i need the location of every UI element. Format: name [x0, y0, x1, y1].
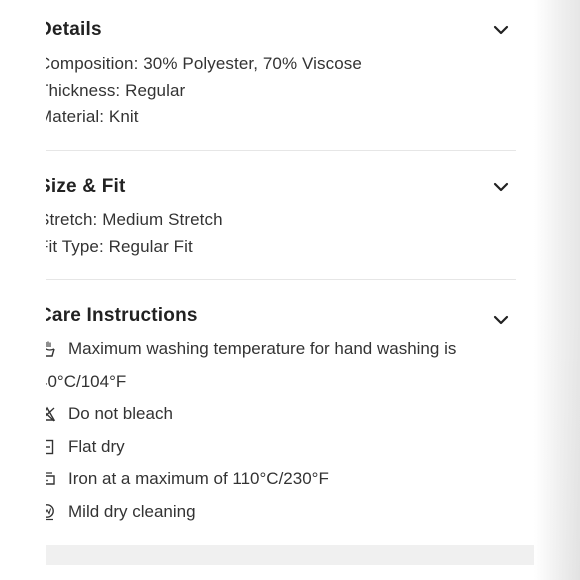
- care-item-hand-wash-cont: 40°C/104°F: [46, 366, 516, 399]
- size-fit-section: Size & Fit Stretch: Medium Stretch Fit T…: [46, 151, 516, 280]
- size-fit-header[interactable]: Size & Fit: [46, 173, 516, 201]
- details-material: Material: Knit: [46, 107, 139, 126]
- no-bleach-icon: [46, 398, 60, 430]
- mild-dry-clean-icon: [46, 496, 60, 528]
- care-flat-dry-text: Flat dry: [68, 436, 125, 456]
- size-fit-stretch: Stretch: Medium Stretch: [46, 210, 223, 229]
- flat-dry-icon: [46, 431, 60, 463]
- details-section: Details Composition: 30% Polyester, 70% …: [46, 0, 516, 151]
- product-info-panel: Details Composition: 30% Polyester, 70% …: [46, 0, 534, 580]
- iron-icon: [46, 463, 60, 495]
- screen: Details Composition: 30% Polyester, 70% …: [0, 0, 580, 580]
- care-hand-wash-text: Maximum washing temperature for hand was…: [68, 339, 457, 358]
- care-item-hand-wash: Maximum washing temperature for hand was…: [46, 333, 516, 366]
- details-composition: Composition: 30% Polyester, 70% Viscose: [46, 54, 362, 73]
- size-fit-type: Fit Type: Regular Fit: [46, 236, 193, 256]
- care-list: Maximum washing temperature for hand was…: [46, 333, 516, 528]
- details-title: Details: [46, 19, 102, 40]
- accordion-list: Details Composition: 30% Polyester, 70% …: [46, 0, 516, 547]
- right-margin-shadow: [534, 0, 580, 580]
- care-item-flat-dry: Flat dry: [46, 431, 516, 464]
- details-thickness: Thickness: Regular: [46, 80, 186, 100]
- care-no-bleach-text: Do not bleach: [68, 404, 173, 423]
- care-header[interactable]: Care Instructions: [46, 302, 516, 330]
- chevron-down-icon[interactable]: [492, 21, 510, 39]
- care-hand-wash-text-cont: 40°C/104°F: [46, 371, 127, 391]
- care-section: Care Instructions Maximum washing temper…: [46, 280, 516, 547]
- chevron-down-icon[interactable]: [492, 178, 510, 196]
- care-mild-dry-clean-text: Mild dry cleaning: [68, 501, 196, 521]
- left-margin: [0, 0, 46, 580]
- care-title: Care Instructions: [46, 305, 198, 326]
- chevron-down-icon[interactable]: [492, 311, 510, 329]
- care-item-mild-dry-clean: Mild dry cleaning: [46, 496, 516, 529]
- care-item-iron: Iron at a maximum of 110°C/230°F: [46, 463, 516, 496]
- size-fit-body: Stretch: Medium Stretch Fit Type: Regula…: [46, 207, 223, 260]
- care-iron-text: Iron at a maximum of 110°C/230°F: [68, 469, 329, 488]
- details-body: Composition: 30% Polyester, 70% Viscose …: [46, 51, 362, 131]
- hand-wash-icon: [46, 333, 60, 365]
- details-header[interactable]: Details: [46, 16, 516, 44]
- care-item-no-bleach: Do not bleach: [46, 398, 516, 431]
- section-separator: [46, 545, 534, 565]
- next-card-top: [46, 565, 534, 580]
- size-fit-title: Size & Fit: [46, 176, 126, 197]
